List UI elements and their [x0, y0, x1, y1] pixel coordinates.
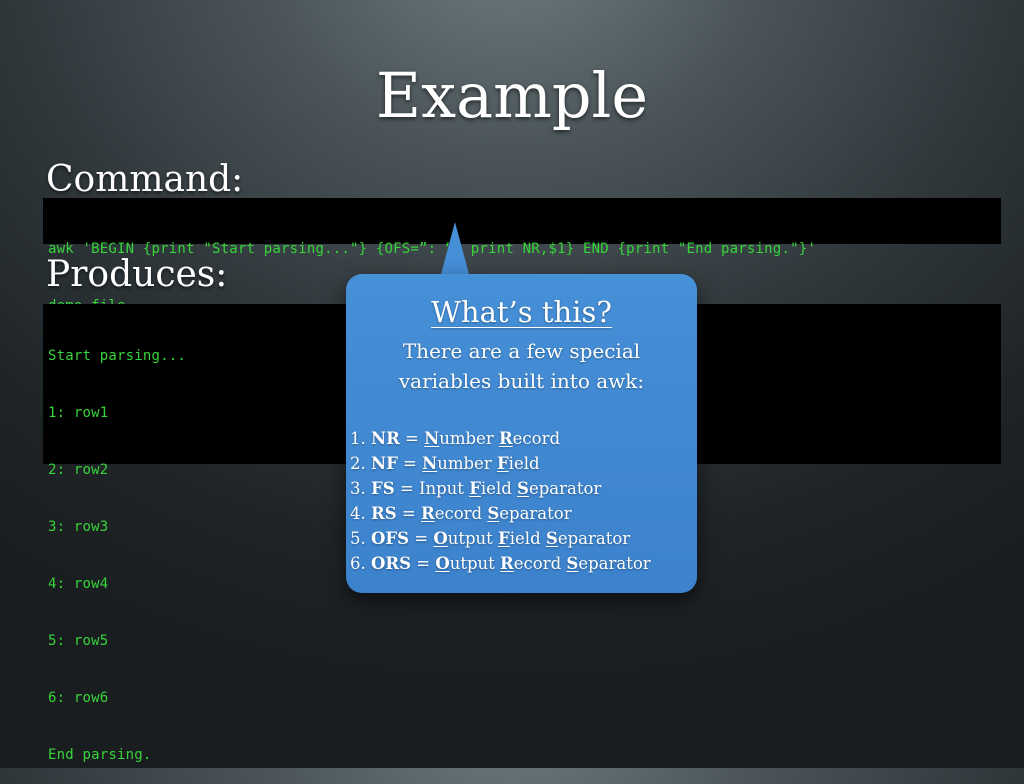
slide-title: Example: [375, 59, 649, 132]
word-rest: ield: [480, 479, 518, 498]
output-line: 5: row5: [48, 633, 109, 649]
produces-label: Produces:: [46, 254, 228, 295]
word-rest: utput: [447, 529, 499, 548]
word-rest: eparator: [578, 554, 651, 573]
equals-sign: =: [396, 504, 421, 523]
equals-sign: =: [394, 479, 419, 498]
equals-sign: =: [397, 454, 423, 473]
word-rest: utput: [449, 554, 501, 573]
initial-letter: R: [500, 554, 514, 573]
variable-abbr: RS: [371, 504, 397, 523]
initial-letter: S: [545, 529, 558, 548]
item-number: 1.: [350, 429, 366, 448]
initial-letter: F: [469, 479, 481, 498]
word-rest: Input: [418, 479, 470, 498]
word-rest: eparator: [499, 504, 572, 523]
word-rest: ield: [509, 529, 546, 548]
word-rest: ecord: [434, 504, 488, 523]
word-rest: umber: [439, 429, 499, 448]
item-number: 2.: [350, 454, 366, 473]
initial-letter: F: [496, 454, 509, 473]
item-number: 3.: [350, 479, 366, 498]
word-rest: ield: [508, 454, 540, 473]
variable-item: 5. OFS = Output Field Separator: [350, 526, 651, 551]
variable-abbr: ORS: [371, 554, 412, 573]
initial-letter: F: [498, 529, 510, 548]
word-rest: eparator: [557, 529, 631, 548]
initial-letter: S: [517, 479, 529, 498]
item-number: 5.: [350, 529, 366, 548]
callout-intro-line: There are a few special: [402, 339, 641, 363]
variable-abbr: FS: [371, 479, 395, 498]
initial-letter: S: [487, 504, 500, 523]
command-label: Command:: [46, 159, 244, 200]
variable-item: 3. FS = Input Field Separator: [350, 476, 651, 501]
callout-intro: There are a few special variables built …: [346, 336, 697, 396]
word-rest: ecord: [512, 429, 561, 448]
command-terminal: awk 'BEGIN {print "Start parsing..."} {O…: [43, 198, 1001, 314]
word-rest: ecord: [513, 554, 567, 573]
initial-letter: R: [498, 429, 513, 448]
variable-abbr: OFS: [371, 529, 410, 548]
initial-letter: S: [566, 554, 579, 573]
equals-sign: =: [411, 554, 436, 573]
initial-letter: R: [420, 504, 435, 523]
initial-letter: O: [435, 554, 450, 573]
word-rest: umber: [437, 454, 497, 473]
variable-item: 6. ORS = Output Record Separator: [350, 551, 651, 576]
output-line: 6: row6: [48, 690, 109, 706]
equals-sign: =: [399, 429, 425, 448]
equals-sign: =: [409, 529, 434, 548]
item-number: 6.: [350, 554, 366, 573]
variable-item: 4. RS = Record Separator: [350, 501, 651, 526]
callout-intro-line: variables built into awk:: [398, 369, 645, 393]
initial-letter: N: [424, 429, 440, 448]
variable-list: 1. NR = Number Record 2. NF = Number Fie…: [350, 426, 651, 576]
initial-letter: O: [433, 529, 448, 548]
output-line: End parsing.: [48, 747, 152, 763]
word-rest: eparator: [528, 479, 602, 498]
callout-heading: What’s this?: [431, 295, 612, 329]
callout-bubble: What’s this? There are a few special var…: [346, 274, 697, 593]
item-number: 4.: [350, 504, 366, 523]
variable-abbr: NF: [371, 454, 398, 473]
variable-item: 2. NF = Number Field: [350, 451, 651, 476]
initial-letter: N: [422, 454, 438, 473]
variable-abbr: NR: [371, 429, 400, 448]
variable-item: 1. NR = Number Record: [350, 426, 651, 451]
